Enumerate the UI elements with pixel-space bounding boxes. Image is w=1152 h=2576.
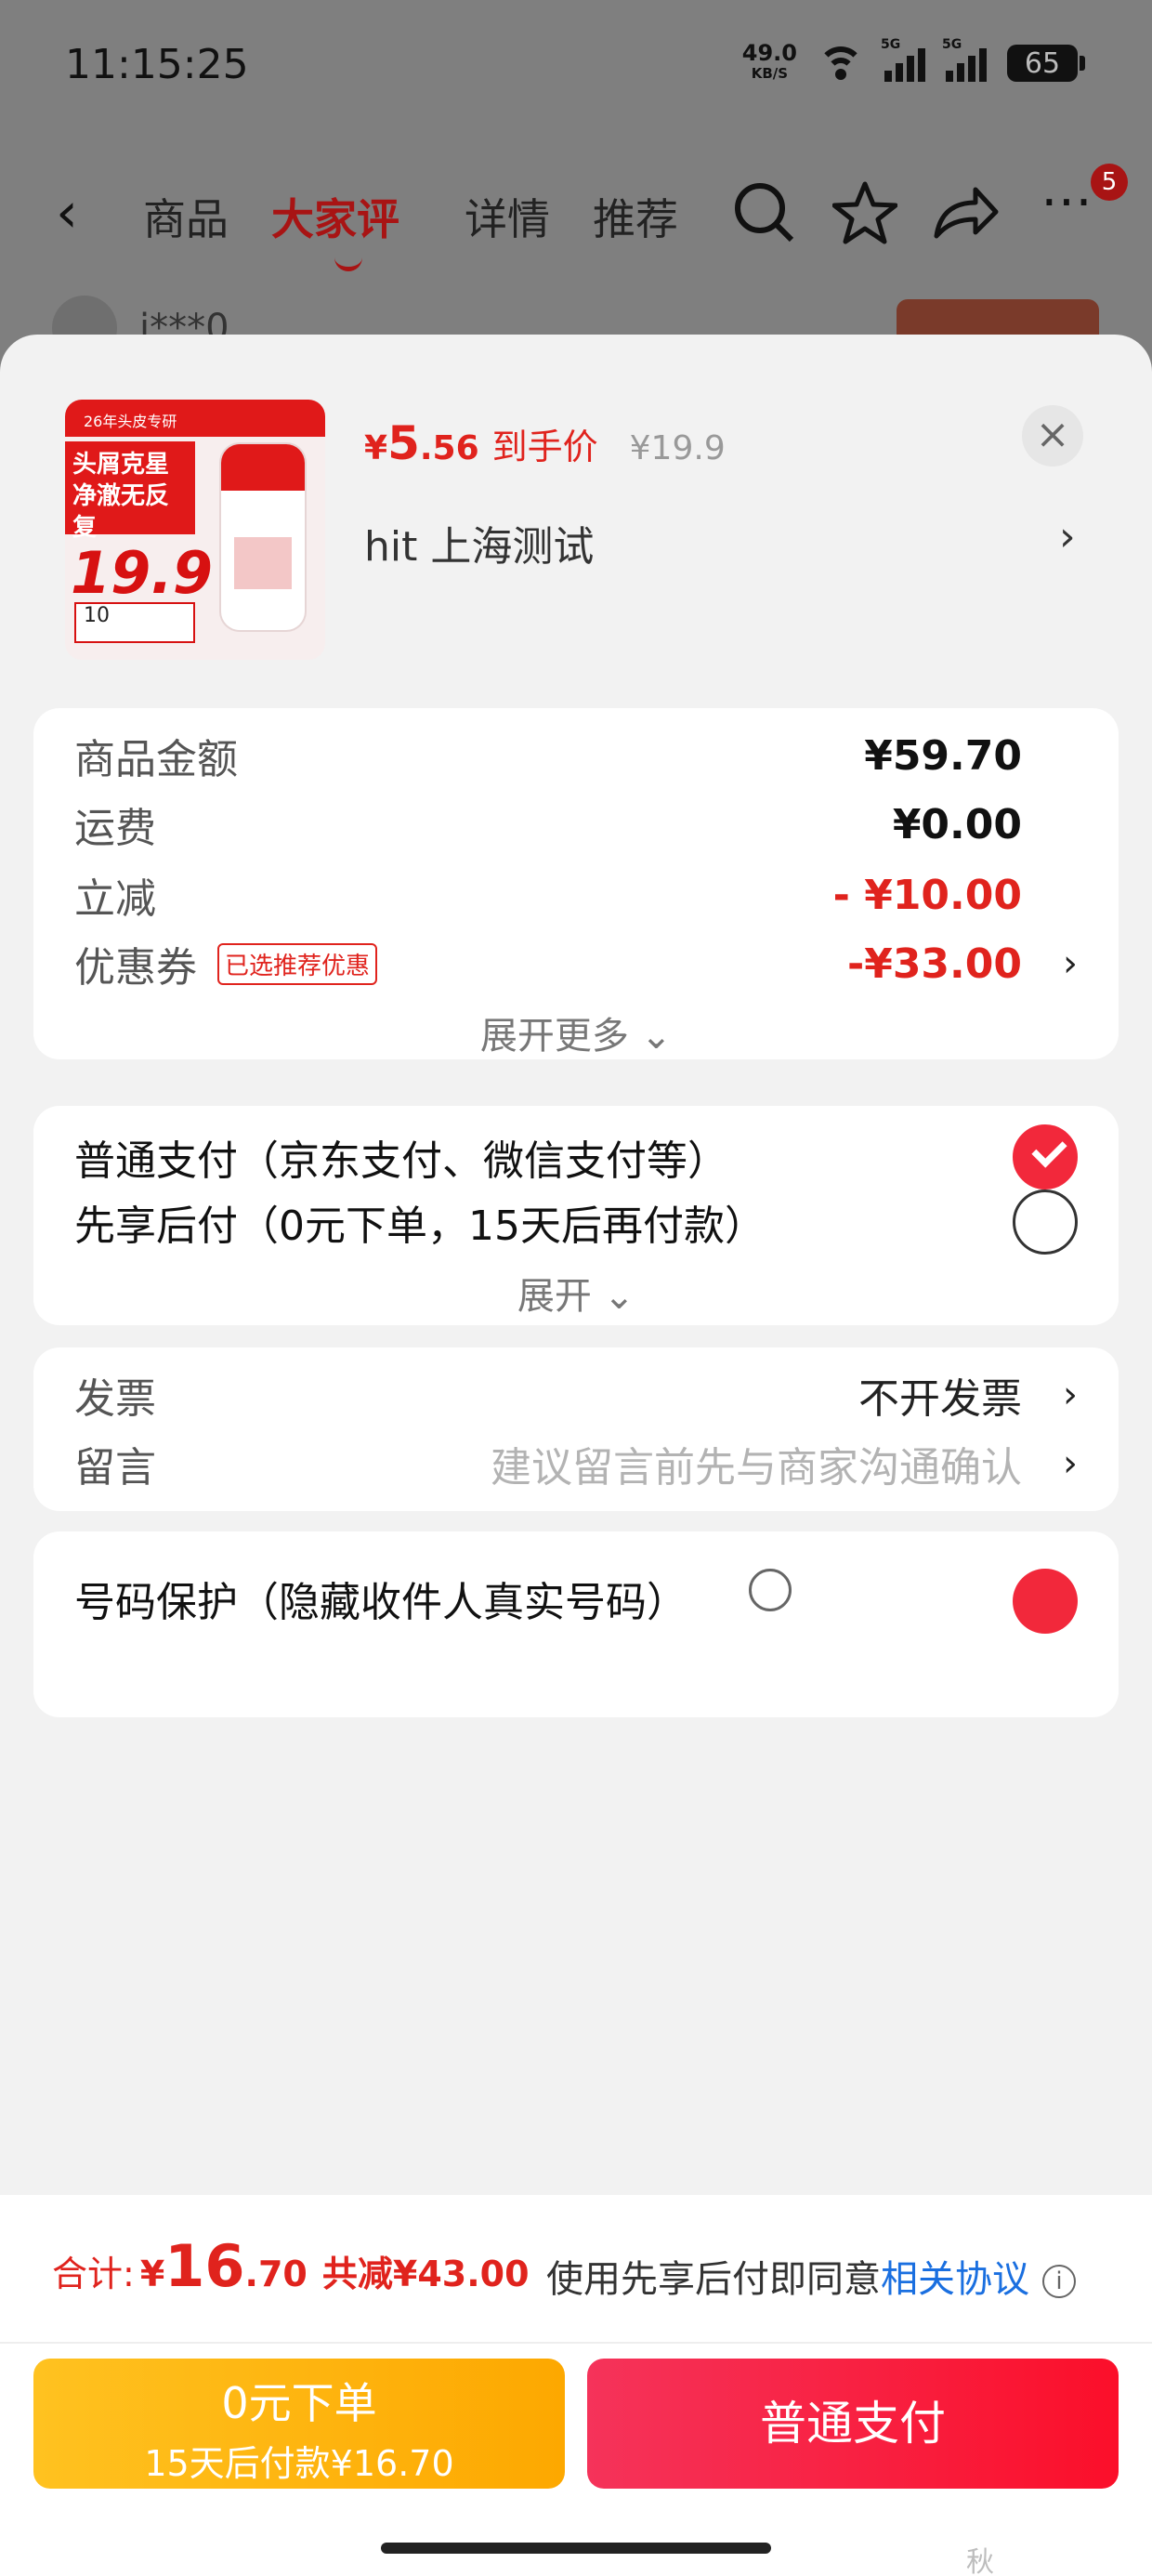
number-protection-card: 号码保护（隐藏收件人真实号码） <box>33 1531 1119 1717</box>
fee-row-discount: 立减 - ¥10.00 <box>74 871 1022 924</box>
divider <box>0 2342 1152 2344</box>
product-bottle-image <box>221 444 305 630</box>
original-price: ¥19.9 <box>629 429 726 467</box>
fee-value: -¥33.00 <box>846 940 1022 988</box>
tab-reviews[interactable]: 大家评 <box>271 186 399 271</box>
payment-method-card: 普通支付（京东支付、微信支付等） 先享后付（0元下单，15天后再付款） 展开 ⌄ <box>33 1106 1119 1325</box>
expand-button[interactable]: 展开 ⌄ <box>33 1266 1119 1320</box>
status-icons: 49.0 KB/S 5G 5G 65 <box>741 37 1085 84</box>
chevron-right-icon[interactable]: › <box>1063 942 1078 985</box>
pay-later-button[interactable]: 0元下单 15天后付款¥16.70 <box>33 2359 565 2489</box>
tab-recommend[interactable]: 推荐 <box>593 186 678 247</box>
coupon-tag: 已选推荐优惠 <box>217 942 378 985</box>
thumb-headline: 头屑克星 净澈无反复 <box>65 441 195 542</box>
fee-value: ¥0.00 <box>892 800 1022 848</box>
agreement-text: 使用先享后付即同意相关协议 i <box>546 2249 1076 2303</box>
watermark: 秋 zhizhizhi.com <box>966 2546 994 2576</box>
total-saved: 共减¥43.00 <box>321 2254 530 2294</box>
star-icon[interactable] <box>832 180 897 245</box>
payment-option-later[interactable]: 先享后付（0元下单，15天后再付款） <box>74 1189 1078 1255</box>
order-total: 合计: ¥ 16 .70 共减¥43.00 <box>52 2232 530 2300</box>
invoice-value: 不开发票 <box>858 1375 1022 1423</box>
thumb-chip: 10 <box>74 602 195 643</box>
payment-option-standard[interactable]: 普通支付（京东支付、微信支付等） <box>74 1124 1078 1189</box>
chevron-right-icon[interactable]: › <box>1059 513 1076 560</box>
product-top-nav: ‹ 商品 大家评 详情 推荐 ⋯ 5 <box>0 158 1152 271</box>
expand-more-button[interactable]: 展开更多 ⌄ <box>33 1005 1119 1059</box>
signal-icon: 5G <box>881 37 925 82</box>
invoice-row[interactable]: 发票 不开发票 › <box>74 1362 1078 1427</box>
search-icon[interactable] <box>732 180 795 243</box>
info-icon[interactable] <box>749 1569 792 1611</box>
final-price-label: 到手价 <box>491 427 598 467</box>
info-icon[interactable]: i <box>1042 2265 1076 2298</box>
thumb-ribbon: 26年头皮专研 <box>65 400 325 437</box>
chevron-right-icon[interactable]: › <box>1063 1373 1078 1416</box>
net-speed: 49.0 KB/S <box>741 40 797 82</box>
fee-summary-card: 商品金额 ¥59.70 运费 ¥0.00 立减 - ¥10.00 优惠券 已选推… <box>33 708 1119 1059</box>
product-header: 26年头皮专研 头屑克星 净澈无反复 19.9 10 ¥5.56 到手价 ¥19… <box>0 335 1152 669</box>
notification-badge: 5 <box>1091 164 1128 201</box>
fee-value: ¥59.70 <box>864 731 1022 780</box>
more-icon[interactable]: ⋯ <box>1041 171 1093 231</box>
number-protection-label: 号码保护（隐藏收件人真实号码） <box>74 1579 687 1626</box>
fee-value: - ¥10.00 <box>832 871 1022 919</box>
fee-row-goods: 商品金额 ¥59.70 <box>74 731 1022 784</box>
fee-row-shipping: 运费 ¥0.00 <box>74 800 1022 853</box>
battery-icon: 65 <box>1007 45 1085 82</box>
back-icon[interactable]: ‹ <box>56 180 78 245</box>
signal-icon-2: 5G <box>942 37 987 82</box>
status-bar: 11:15:25 49.0 KB/S 5G 5G 65 <box>0 0 1152 130</box>
share-icon[interactable] <box>933 182 1000 242</box>
agreement-link[interactable]: 相关协议 <box>881 2258 1029 2301</box>
home-indicator <box>381 2543 771 2554</box>
product-thumbnail: 26年头皮专研 头屑克星 净澈无反复 19.9 10 <box>65 400 325 660</box>
final-price: ¥5.56 <box>364 416 479 470</box>
price-line: ¥5.56 到手价 ¥19.9 <box>364 416 726 470</box>
invoice-note-card: 发票 不开发票 › 留言 建议留言前先与商家沟通确认 › <box>33 1347 1119 1511</box>
note-row[interactable]: 留言 建议留言前先与商家沟通确认 › <box>74 1431 1078 1496</box>
checkout-bottom-bar: 合计: ¥ 16 .70 共减¥43.00 使用先享后付即同意相关协议 i 0元下… <box>0 2195 1152 2576</box>
delivery-address[interactable]: hit 上海测试 <box>364 513 594 572</box>
close-button[interactable]: × <box>1022 405 1083 467</box>
standard-pay-button[interactable]: 普通支付 <box>587 2359 1119 2489</box>
thumb-price: 19.9 <box>71 539 213 607</box>
tab-details[interactable]: 详情 <box>465 186 550 247</box>
fee-row-coupon[interactable]: 优惠券 已选推荐优惠 -¥33.00 › <box>74 931 1078 996</box>
note-placeholder: 建议留言前先与商家沟通确认 <box>491 1444 1022 1492</box>
status-time: 11:15:25 <box>65 41 249 88</box>
chevron-right-icon[interactable]: › <box>1063 1442 1078 1485</box>
checked-icon[interactable] <box>1013 1569 1078 1634</box>
checked-icon[interactable] <box>1013 1124 1078 1189</box>
tab-goods[interactable]: 商品 <box>143 186 229 247</box>
wifi-icon <box>818 46 864 80</box>
radio-unchecked-icon[interactable] <box>1013 1189 1078 1255</box>
